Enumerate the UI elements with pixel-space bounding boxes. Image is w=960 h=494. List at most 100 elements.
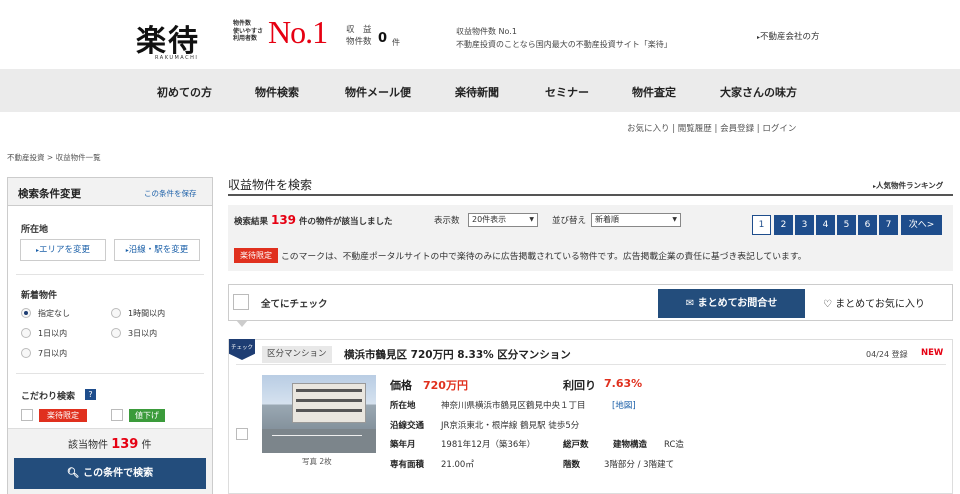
map-link[interactable]: [地図]	[612, 399, 636, 411]
sidebar-footer: 該当物件 139 件 🔍︎ この条件で検索	[8, 428, 212, 494]
notice-tag: 楽待限定	[234, 248, 278, 263]
history-link[interactable]: 閲覧履歴	[678, 124, 712, 134]
listing-title[interactable]: 横浜市鶴見区 720万円 8.33% 区分マンション	[344, 347, 571, 362]
change-area-label: エリアを変更	[39, 245, 91, 255]
bukken-unit: 件	[392, 38, 400, 47]
page-5[interactable]: 5	[837, 215, 856, 235]
new-listings-label: 新着物件	[21, 291, 58, 301]
search-conditions-panel: 検索条件変更 この条件を保存 所在地 ▸エリアを変更 ▸沿線・駅を変更 新着物件…	[7, 177, 213, 494]
nav-item-assessment[interactable]: 物件査定	[632, 84, 676, 100]
radio-1day[interactable]	[21, 328, 31, 338]
radio-7day-label: 7日以内	[38, 349, 68, 358]
nav-item-owner[interactable]: 大家さんの味方	[720, 84, 797, 100]
stat-label: 利用者数	[233, 35, 258, 42]
tagline-2: 不動産投資のことなら国内最大の不動産投資サイト「楽待」	[456, 40, 672, 49]
nav-item-mail[interactable]: 物件メール便	[345, 84, 411, 100]
title-rule	[228, 194, 953, 196]
location-label: 所在地	[21, 225, 49, 235]
location-value: 神奈川県横浜市鶴見区鶴見中央１丁目	[441, 401, 586, 411]
stat-label: 使いやすさ	[233, 27, 264, 35]
change-area-button[interactable]: ▸エリアを変更	[20, 239, 106, 261]
bulk-favorite-button[interactable]: ♡ まとめてお気に入り	[823, 295, 925, 310]
property-photo[interactable]	[262, 375, 376, 453]
page-6[interactable]: 6	[858, 215, 877, 235]
area-value: 21.00㎡	[441, 460, 474, 470]
discount-tag: 値下げ	[129, 409, 165, 422]
nav-item-beginner[interactable]: 初めての方	[157, 84, 212, 100]
result-summary: 検索結果 139 件の物件が該当しました	[234, 213, 393, 227]
location-field-label: 所在地	[390, 401, 416, 411]
structure-value: RC造	[664, 440, 684, 450]
radio-3day[interactable]	[111, 328, 121, 338]
hit-count-value: 139	[111, 437, 139, 452]
change-line-button[interactable]: ▸沿線・駅を変更	[114, 239, 200, 261]
result-prefix: 検索結果	[234, 217, 269, 227]
nav-item-news[interactable]: 楽待新聞	[455, 84, 499, 100]
check-all-checkbox[interactable]	[233, 294, 249, 310]
listing-checkbox[interactable]	[236, 428, 248, 440]
bulk-favorite-label: まとめてお気に入り	[835, 299, 925, 310]
sidebar-header: 検索条件変更 この条件を保存	[8, 178, 212, 206]
bulk-inquiry-label: まとめてお問合せ	[697, 298, 778, 309]
sort-select[interactable]: 新着順	[591, 213, 681, 227]
radio-1hour[interactable]	[111, 308, 121, 318]
floor-label: 階数	[563, 460, 581, 470]
divider	[16, 274, 204, 275]
page-4[interactable]: 4	[816, 215, 835, 235]
yield-value: 7.63%	[604, 377, 643, 390]
page-7[interactable]: 7	[879, 215, 898, 235]
help-icon[interactable]: ?	[85, 389, 96, 400]
access-label: 沿線交通	[390, 421, 425, 431]
limited-checkbox[interactable]	[21, 409, 33, 421]
notice-text: このマークは、不動産ポータルサイトの中で楽待のみに広告掲載されている物件です。広…	[281, 252, 807, 262]
breadcrumb: 不動産投資 > 収益物件一覧	[7, 152, 101, 163]
page-3[interactable]: 3	[795, 215, 814, 235]
photo-count: 写真 2枚	[302, 457, 332, 466]
price-label: 価格	[390, 379, 412, 392]
units-label: 総戸数	[563, 440, 589, 450]
login-link[interactable]: ログイン	[762, 124, 796, 134]
divider	[16, 373, 204, 374]
area-label: 専有面積	[390, 460, 425, 470]
change-line-label: 沿線・駅を変更	[128, 245, 189, 255]
ranking-link-label: 人気物件ランキング	[876, 181, 944, 190]
hit-count: 該当物件 139 件	[68, 436, 152, 452]
save-conditions-link[interactable]: この条件を保存	[144, 188, 197, 199]
breadcrumb-home[interactable]: 不動産投資	[7, 153, 45, 162]
radio-3day-label: 3日以内	[128, 329, 158, 338]
access-value: JR京浜東北・根岸線 鶴見駅 徒歩5分	[441, 421, 580, 431]
ranking-link[interactable]: ▸人気物件ランキング	[873, 180, 943, 191]
result-count: 139	[270, 213, 297, 227]
realtor-link[interactable]: ▸不動産会社の方	[757, 30, 820, 42]
mail-icon: ✉	[685, 298, 695, 309]
next-page-button[interactable]: 次へ>	[901, 215, 942, 235]
limited-tag: 楽待限定	[39, 409, 87, 422]
breadcrumb-separator: >	[46, 153, 54, 162]
property-type-tag: 区分マンション	[262, 346, 332, 363]
bukken-count-label: 物件数	[346, 37, 372, 47]
radio-none[interactable]	[21, 308, 31, 318]
page-2[interactable]: 2	[774, 215, 793, 235]
display-count-select[interactable]: 20件表示	[468, 213, 538, 227]
tagline-1: 収益物件数 No.1	[456, 27, 517, 36]
logo-text: 楽待	[136, 24, 200, 59]
sidebar-title: 検索条件変更	[18, 188, 81, 200]
nav-item-seminar[interactable]: セミナー	[545, 84, 589, 100]
favorites-link[interactable]: お気に入り	[627, 124, 670, 134]
search-with-conditions-button[interactable]: 🔍︎ この条件で検索	[14, 458, 206, 489]
user-links: お気に入り | 閲覧履歴 | 会員登録 | ログイン	[627, 124, 797, 134]
no1-badge: No.1	[268, 14, 328, 50]
nav-item-search[interactable]: 物件検索	[255, 84, 299, 100]
bulk-inquiry-button[interactable]: ✉ まとめてお問合せ	[658, 289, 805, 318]
no1-stat-labels: 物件数 使いやすさ 利用者数	[233, 20, 263, 43]
realtor-link-label: 不動産会社の方	[760, 32, 820, 42]
sort-label: 並び替え	[552, 216, 587, 226]
discount-checkbox[interactable]	[111, 409, 123, 421]
page-1[interactable]: 1	[752, 215, 771, 235]
register-link[interactable]: 会員登録	[720, 124, 754, 134]
built-label: 築年月	[390, 440, 416, 450]
radio-7day[interactable]	[21, 348, 31, 358]
check-badge-label: チェック	[230, 345, 253, 351]
hit-count-unit: 件	[141, 440, 152, 451]
new-badge: NEW	[921, 348, 944, 358]
